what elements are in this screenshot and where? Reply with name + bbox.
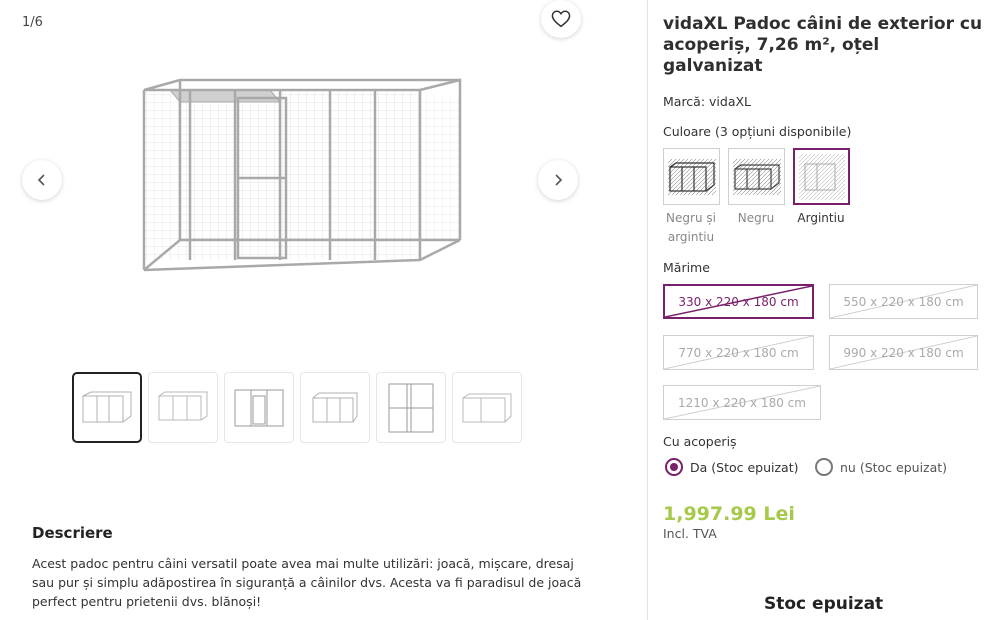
description-text: Acest padoc pentru câini versatil poate … <box>32 556 582 609</box>
color-swatch-image <box>663 148 720 205</box>
color-option-name: Negru și argintiu <box>666 211 716 244</box>
kennel-thumbnail-image <box>158 391 208 420</box>
kennel-silver-image <box>798 153 845 200</box>
stock-status: Stoc epuizat <box>764 594 884 614</box>
size-label: Mărime <box>663 260 710 275</box>
kennel-thumbnail-image <box>312 392 358 422</box>
product-gallery: 1/6 Descriere Acest padoc pentru câini v… <box>0 0 648 620</box>
product-price: 1,997.99 Lei <box>663 503 795 525</box>
chevron-right-icon <box>555 174 563 186</box>
kennel-black-image <box>732 158 781 195</box>
size-option-label: 990 x 220 x 180 cm <box>843 345 964 360</box>
thumbnail-6[interactable] <box>452 372 522 443</box>
kennel-black-silver-image <box>667 158 716 195</box>
color-swatch-image <box>793 148 850 205</box>
size-option-990[interactable]: 990 x 220 x 180 cm <box>829 335 978 370</box>
thumbnail-3[interactable] <box>224 372 294 443</box>
favorite-button[interactable] <box>541 0 581 38</box>
size-option-550[interactable]: 550 x 220 x 180 cm <box>829 284 978 319</box>
size-option-330[interactable]: 330 x 220 x 180 cm <box>663 284 814 319</box>
panel-divider <box>647 0 648 620</box>
roof-option-no[interactable]: nu (Stoc epuizat) <box>815 458 947 476</box>
vat-note: Incl. TVA <box>663 526 717 541</box>
color-label: Culoare (3 opțiuni disponibile) <box>663 124 852 139</box>
kennel-thumbnail-image <box>388 383 434 432</box>
roof-label: Cu acoperiș <box>663 434 737 449</box>
heart-icon <box>551 10 571 28</box>
color-option-black[interactable]: Negru <box>728 148 785 247</box>
color-option-name: Negru <box>737 211 775 225</box>
thumbnail-strip <box>72 372 522 443</box>
kennel-thumbnail-image <box>82 391 132 422</box>
product-main-image <box>142 78 462 272</box>
brand-text: Marcă: vidaXL <box>663 94 752 109</box>
next-image-button[interactable] <box>538 160 578 200</box>
thumbnail-2[interactable] <box>148 372 218 443</box>
previous-image-button[interactable] <box>22 160 62 200</box>
kennel-thumbnail-image <box>462 393 512 422</box>
size-option-label: 1210 x 220 x 180 cm <box>678 395 806 410</box>
color-swatches: Negru și argintiu Negru Argintiu <box>663 148 850 247</box>
chevron-left-icon <box>37 174 45 186</box>
image-counter: 1/6 <box>22 15 43 30</box>
color-option-silver[interactable]: Argintiu <box>793 148 850 247</box>
color-option-name: Argintiu <box>797 211 845 225</box>
size-option-label: 330 x 220 x 180 cm <box>678 294 799 309</box>
size-option-770[interactable]: 770 x 220 x 180 cm <box>663 335 814 370</box>
thumbnail-1[interactable] <box>72 372 142 443</box>
product-title: vidaXL Padoc câini de exterior cu acoper… <box>663 14 983 76</box>
color-option-black-silver[interactable]: Negru și argintiu <box>663 148 720 247</box>
description-title: Descriere <box>32 524 113 542</box>
size-option-1210[interactable]: 1210 x 220 x 180 cm <box>663 385 821 420</box>
radio-checked-icon[interactable] <box>665 458 683 476</box>
radio-unchecked-icon[interactable] <box>815 458 833 476</box>
kennel-thumbnail-image <box>234 389 284 426</box>
roof-option-label: nu (Stoc epuizat) <box>840 459 948 475</box>
roof-option-label: Da (Stoc epuizat) <box>690 459 799 475</box>
thumbnail-4[interactable] <box>300 372 370 443</box>
size-option-label: 770 x 220 x 180 cm <box>678 345 799 360</box>
roof-option-yes[interactable]: Da (Stoc epuizat) <box>665 458 798 476</box>
size-option-label: 550 x 220 x 180 cm <box>843 294 964 309</box>
thumbnail-5[interactable] <box>376 372 446 443</box>
color-swatch-image <box>728 148 785 205</box>
